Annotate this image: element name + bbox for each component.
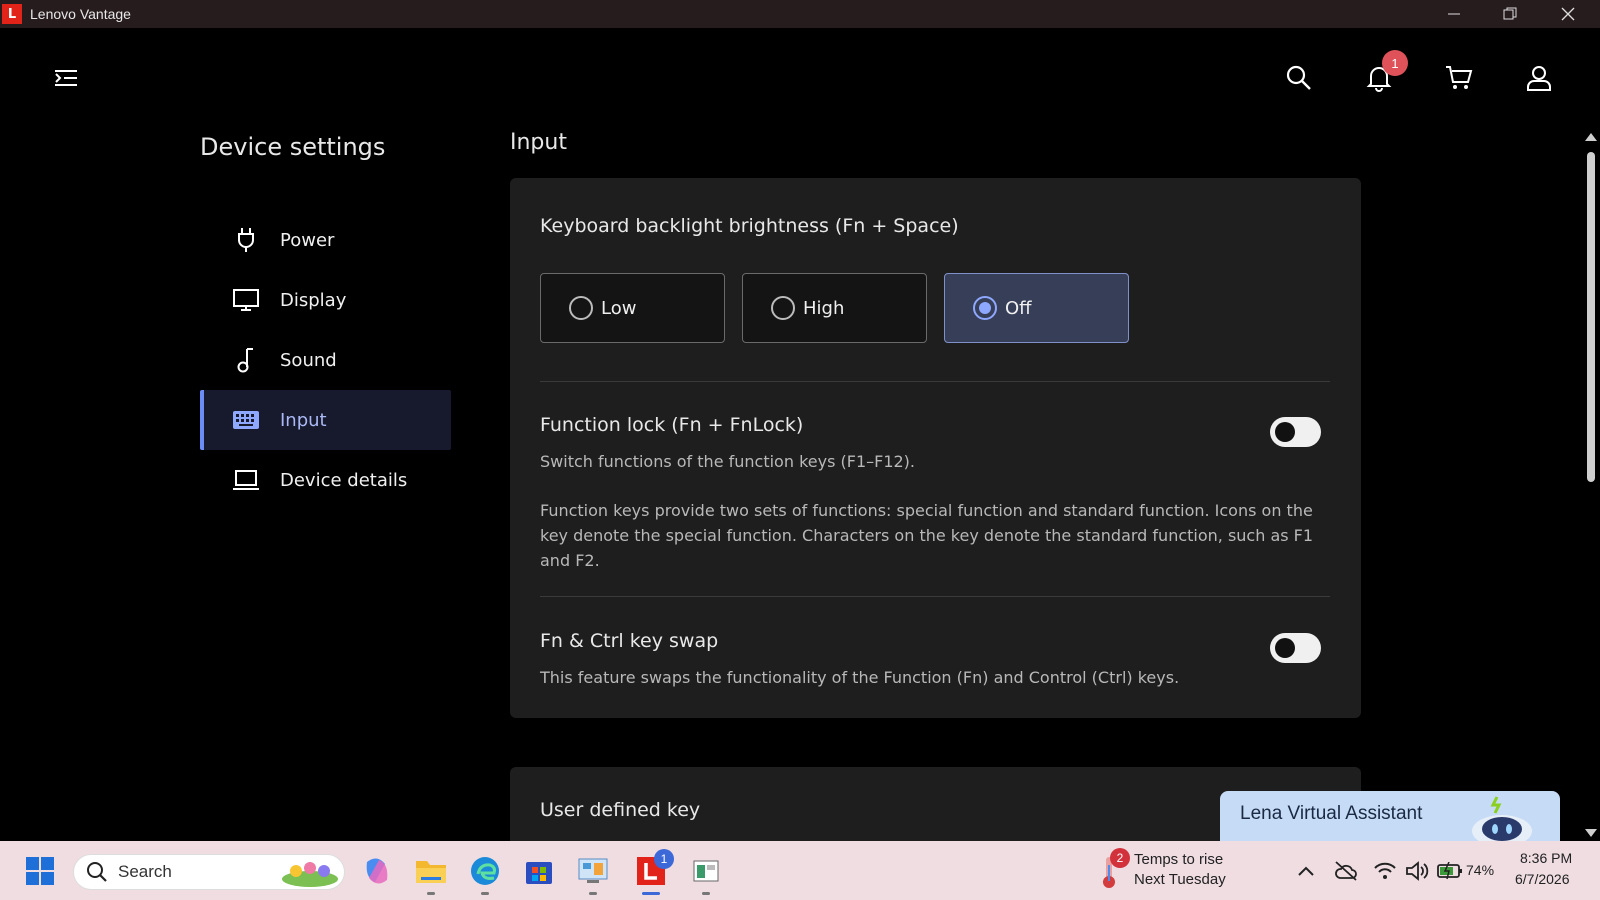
sidebar-item-label: Power <box>280 229 335 251</box>
battery-percent: 74% <box>1466 862 1495 878</box>
copilot-icon <box>366 858 388 884</box>
content-scrollbar[interactable] <box>1583 130 1599 840</box>
window-titlebar: L Lenovo Vantage <box>0 0 1600 28</box>
monitor-icon <box>232 286 260 314</box>
taskbar-time[interactable]: 8:36 PM <box>1520 850 1572 866</box>
search-icon <box>1286 65 1311 90</box>
battery-charging-icon[interactable] <box>1437 862 1463 880</box>
taskbar-control-panel[interactable] <box>575 853 611 895</box>
taskbar-search-label: Search <box>118 862 172 881</box>
assistant-label: Lena Virtual Assistant <box>1240 803 1423 824</box>
backlight-title: Keyboard backlight brightness (Fn + Spac… <box>540 215 959 237</box>
volume-icon[interactable] <box>1405 861 1429 881</box>
user-defined-key-title: User defined key <box>540 799 701 821</box>
notification-badge: 1 <box>1382 50 1408 76</box>
windows-logo-icon <box>26 857 54 885</box>
sidebar-title: Device settings <box>200 133 386 161</box>
search-icon <box>87 862 107 882</box>
function-lock-toggle[interactable] <box>1270 417 1321 447</box>
radio-circle-icon <box>569 296 593 320</box>
menu-toggle-button[interactable] <box>46 58 86 98</box>
lenovo-logo-icon: L <box>2 4 22 24</box>
divider <box>540 596 1330 597</box>
taskbar-store[interactable] <box>521 853 557 889</box>
taskbar-search-box[interactable]: Search <box>73 854 345 890</box>
function-lock-subtitle: Switch functions of the function keys (F… <box>540 452 916 471</box>
flowers-decoration-icon <box>282 862 338 887</box>
wifi-icon[interactable] <box>1374 861 1396 881</box>
cloud-offline-icon[interactable] <box>1334 860 1358 882</box>
cart-button[interactable] <box>1439 58 1479 98</box>
laptop-icon <box>232 466 260 494</box>
taskbar-copilot[interactable] <box>359 853 395 889</box>
vantage-taskbar-badge: 1 <box>654 849 674 869</box>
sidebar-nav: Power Display Sound Input Device details <box>200 210 451 510</box>
cart-icon <box>1446 66 1473 89</box>
sidebar-item-power[interactable]: Power <box>200 210 451 270</box>
robot-assistant-icon <box>1472 796 1532 841</box>
minimize-button[interactable] <box>1430 0 1478 28</box>
sidebar-item-label: Device details <box>280 469 408 491</box>
backlight-option-high[interactable]: High <box>742 273 927 343</box>
control-panel-icon <box>578 858 608 883</box>
plug-icon <box>232 226 260 254</box>
start-button[interactable] <box>22 853 58 889</box>
weather-subline: Next Tuesday <box>1134 871 1226 888</box>
scroll-down-icon <box>1585 829 1597 837</box>
fn-ctrl-swap-toggle[interactable] <box>1270 633 1321 663</box>
scroll-up-icon <box>1585 133 1597 141</box>
fn-ctrl-swap-description: This feature swaps the functionality of … <box>540 668 1180 687</box>
function-lock-description: Function keys provide two sets of functi… <box>540 501 1314 570</box>
taskbar-weather-widget[interactable]: 2 Temps to rise Next Tuesday <box>1098 848 1238 893</box>
store-icon <box>526 862 552 884</box>
sidebar-item-input[interactable]: Input <box>200 390 451 450</box>
divider <box>540 381 1330 382</box>
app-header: 1 <box>0 28 1600 128</box>
radio-label: High <box>803 297 845 319</box>
music-note-icon <box>232 346 260 374</box>
radio-circle-icon <box>771 296 795 320</box>
weather-headline: Temps to rise <box>1134 851 1224 868</box>
edge-browser-icon <box>471 857 499 885</box>
menu-collapse-icon <box>55 70 77 86</box>
search-button[interactable] <box>1279 58 1319 98</box>
app-window-icon <box>693 860 719 882</box>
window-title: Lenovo Vantage <box>30 6 131 22</box>
sidebar-item-sound[interactable]: Sound <box>200 330 451 390</box>
radio-label: Low <box>601 297 637 319</box>
radio-selected-icon <box>973 296 997 320</box>
restore-button[interactable] <box>1486 0 1534 28</box>
sidebar-item-label: Input <box>280 409 327 431</box>
sidebar-item-display[interactable]: Display <box>200 270 451 330</box>
scroll-thumb[interactable] <box>1587 152 1595 482</box>
windows-taskbar: Search 1 2 Temps to rise Next Tuesday 74… <box>0 841 1600 900</box>
user-icon <box>1527 66 1551 91</box>
sidebar-item-device-details[interactable]: Device details <box>200 450 451 510</box>
restore-icon <box>1503 7 1517 20</box>
chevron-up-icon[interactable] <box>1297 865 1315 877</box>
taskbar-date[interactable]: 6/7/2026 <box>1515 871 1570 887</box>
fn-ctrl-swap-title: Fn & Ctrl key swap <box>540 630 719 652</box>
backlight-option-off[interactable]: Off <box>944 273 1129 343</box>
taskbar-edge[interactable] <box>467 853 503 895</box>
folder-icon <box>416 861 446 883</box>
function-lock-title: Function lock (Fn + FnLock) <box>540 414 804 436</box>
input-settings-card: Keyboard backlight brightness (Fn + Spac… <box>510 178 1361 718</box>
backlight-option-low[interactable]: Low <box>540 273 725 343</box>
taskbar-app-window[interactable] <box>688 853 724 895</box>
sidebar-item-label: Display <box>280 289 347 311</box>
taskbar-file-explorer[interactable] <box>413 853 449 895</box>
close-button[interactable] <box>1544 0 1592 28</box>
minimize-icon <box>1448 13 1460 15</box>
sidebar-item-label: Sound <box>280 349 337 371</box>
keyboard-icon <box>232 406 260 434</box>
close-icon <box>1561 7 1575 21</box>
radio-label: Off <box>1005 297 1032 319</box>
account-button[interactable] <box>1519 58 1559 98</box>
weather-badge: 2 <box>1110 848 1130 868</box>
page-title: Input <box>510 130 567 155</box>
virtual-assistant-button[interactable]: Lena Virtual Assistant <box>1220 791 1560 841</box>
